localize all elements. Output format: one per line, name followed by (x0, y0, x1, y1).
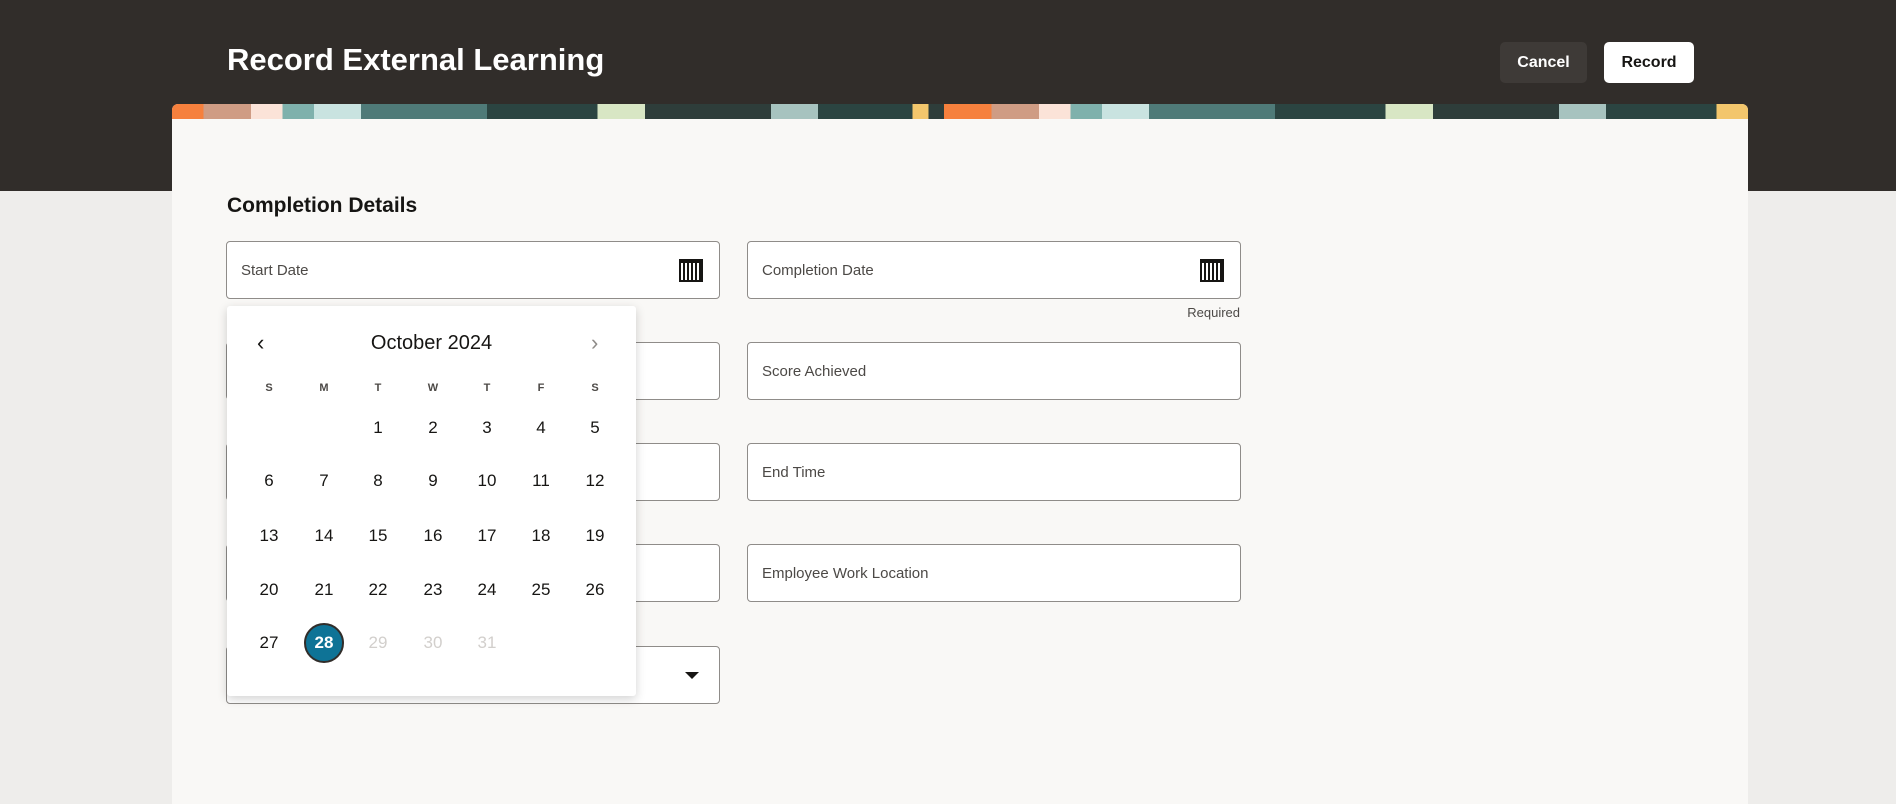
calendar-day[interactable]: 9 (413, 461, 453, 501)
calendar-day[interactable]: 4 (521, 408, 561, 448)
section-title: Completion Details (227, 194, 418, 217)
calendar-day[interactable]: 10 (467, 461, 507, 501)
calendar-day[interactable]: 12 (575, 461, 615, 501)
start-date-field[interactable]: Start Date (226, 241, 720, 299)
calendar-day[interactable]: 13 (249, 516, 289, 556)
completion-date-label: Completion Date (762, 262, 874, 279)
calendar-day: 30 (423, 633, 443, 652)
calendar-day[interactable]: 27 (249, 623, 289, 663)
page-title: Record External Learning (227, 42, 605, 77)
month-title: October 2024 (370, 332, 493, 354)
weekday-header: W (427, 382, 439, 394)
score-achieved-label: Score Achieved (762, 363, 867, 380)
cancel-button[interactable]: Cancel (1500, 42, 1587, 83)
calendar-day[interactable]: 11 (521, 461, 561, 501)
calendar-day[interactable]: 20 (249, 570, 289, 610)
employee-work-location-label: Employee Work Location (762, 565, 929, 582)
completion-date-field[interactable]: Completion Date (747, 241, 1241, 299)
calendar-day: 29 (368, 633, 388, 652)
calendar-day[interactable]: 24 (467, 570, 507, 610)
calendar-day[interactable]: 1 (358, 408, 398, 448)
calendar-day[interactable]: 23 (413, 570, 453, 610)
calendar-icon[interactable] (679, 259, 703, 282)
required-hint: Required (1187, 305, 1240, 320)
calendar-day[interactable]: 22 (358, 570, 398, 610)
weekday-header: F (537, 382, 545, 394)
calendar-day[interactable]: 16 (413, 516, 453, 556)
weekday-header: T (374, 382, 382, 394)
decorative-banner (172, 104, 1748, 119)
calendar-day[interactable]: 15 (358, 516, 398, 556)
weekday-header: S (265, 382, 273, 394)
calendar-day[interactable]: 5 (575, 408, 615, 448)
calendar-day[interactable]: 21 (304, 570, 344, 610)
weekday-header: S (591, 382, 599, 394)
record-button[interactable]: Record (1604, 42, 1694, 83)
start-date-label: Start Date (241, 262, 309, 279)
weekday-header: M (319, 382, 329, 394)
calendar-day[interactable]: 25 (521, 570, 561, 610)
date-picker-popup: ‹ › October 2024 S M T W T F S 1 2 3 4 5 6 7 8 9 10 11 12 1… (227, 306, 636, 696)
calendar-day[interactable]: 3 (467, 408, 507, 448)
calendar-day[interactable]: 2 (413, 408, 453, 448)
calendar-day[interactable]: 14 (304, 516, 344, 556)
weekday-header: T (483, 382, 491, 394)
chevron-down-icon[interactable] (685, 672, 699, 679)
end-time-label: End Time (762, 464, 826, 481)
calendar-day[interactable]: 19 (575, 516, 615, 556)
calendar-day[interactable]: 18 (521, 516, 561, 556)
calendar-day: 31 (477, 633, 497, 652)
employee-work-location-field[interactable]: Employee Work Location (747, 544, 1241, 602)
calendar-day[interactable]: 17 (467, 516, 507, 556)
calendar-day[interactable]: 7 (304, 461, 344, 501)
score-achieved-field[interactable]: Score Achieved (747, 342, 1241, 400)
selected-day[interactable]: 28 (304, 623, 344, 663)
calendar-day[interactable]: 26 (575, 570, 615, 610)
end-time-field[interactable]: End Time (747, 443, 1241, 501)
calendar-day[interactable]: 8 (358, 461, 398, 501)
calendar-icon[interactable] (1200, 259, 1224, 282)
calendar-day[interactable]: 6 (249, 461, 289, 501)
